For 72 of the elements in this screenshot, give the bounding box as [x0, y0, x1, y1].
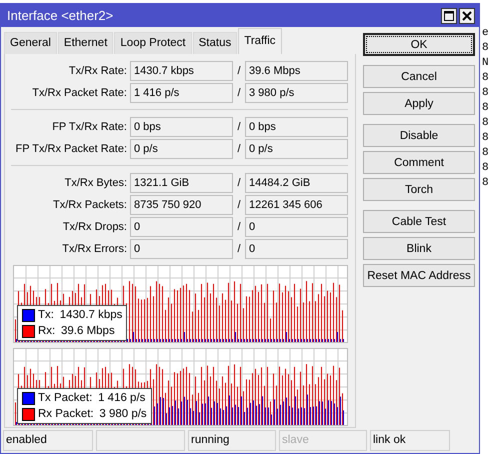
- field-label: Tx/Rx Packets:: [52, 198, 128, 213]
- dialog-button[interactable]: OK: [363, 33, 475, 56]
- value-field: 0: [245, 217, 348, 237]
- dialog-button[interactable]: Cancel: [363, 65, 475, 88]
- legend-label: Tx:: [38, 308, 54, 322]
- value-field: 39.6 Mbps: [245, 61, 348, 81]
- background-text: 8: [482, 146, 489, 161]
- slash-separator: /: [236, 176, 242, 191]
- slash-separator: /: [236, 198, 242, 213]
- value-field: 0: [130, 217, 233, 237]
- field-label: Tx/Rx Rate:: [68, 64, 128, 79]
- slash-separator: /: [236, 142, 242, 157]
- value-field: 14484.2 GiB: [245, 173, 348, 193]
- slash-separator: /: [236, 64, 242, 79]
- slash-separator: /: [236, 220, 242, 235]
- background-text: 8: [482, 71, 489, 86]
- value-field: 12261 345 606: [245, 195, 348, 215]
- field-label: FP Tx/Rx Rate:: [51, 120, 128, 135]
- value-field: 0 bps: [245, 117, 348, 137]
- legend-label: Rx Packet:: [38, 407, 94, 421]
- background-text: 8: [482, 176, 489, 191]
- legend-value: 1 416 p/s: [98, 391, 146, 405]
- background-text: 8: [482, 41, 489, 56]
- value-field: 1 416 p/s: [130, 83, 233, 103]
- dialog-button[interactable]: Disable: [363, 124, 475, 147]
- status-cell: link ok: [370, 430, 450, 451]
- close-icon[interactable]: [459, 8, 475, 24]
- legend-value: 3 980 p/s: [99, 407, 147, 421]
- slash-separator: /: [236, 86, 242, 101]
- status-cell: enabled: [3, 430, 93, 451]
- field-label: Tx/Rx Packet Rate:: [31, 86, 128, 101]
- dialog-button[interactable]: Apply: [363, 92, 475, 115]
- field-label: Tx/Rx Bytes:: [64, 176, 128, 191]
- status-cell: slave: [279, 430, 367, 451]
- value-field: 0: [245, 239, 348, 259]
- value-field: 0: [130, 239, 233, 259]
- value-field: 3 980 p/s: [245, 83, 348, 103]
- background-text: 8: [482, 101, 489, 116]
- tab[interactable]: Status: [192, 32, 238, 54]
- background-text: 8: [482, 161, 489, 176]
- value-field: 1321.1 GiB: [130, 173, 233, 193]
- legend-value: 1430.7 kbps: [60, 308, 122, 322]
- dialog-button[interactable]: Blink: [363, 237, 475, 260]
- field-label: Tx/Rx Errors:: [61, 242, 128, 257]
- dialog-button[interactable]: Cable Test: [363, 210, 475, 233]
- background-text: 8: [482, 86, 489, 101]
- value-field: 0 bps: [130, 117, 233, 137]
- window-title: Interface <ether2>: [7, 6, 114, 25]
- background-text: 8: [482, 116, 489, 131]
- maximize-icon[interactable]: [441, 8, 457, 24]
- dialog-button[interactable]: Torch: [363, 178, 475, 201]
- field-label: FP Tx/Rx Packet Rate:: [14, 142, 128, 157]
- background-text: N: [482, 56, 489, 71]
- value-field: 8735 750 920: [130, 195, 233, 215]
- background-text: 8: [482, 131, 489, 146]
- tab[interactable]: General: [4, 32, 57, 54]
- slash-separator: /: [236, 242, 242, 257]
- status-cell: running: [188, 430, 276, 451]
- tab[interactable]: Ethernet: [58, 32, 114, 54]
- dialog-button[interactable]: Reset MAC Address: [363, 264, 475, 287]
- dialog-button[interactable]: Comment: [363, 151, 475, 174]
- field-label: Tx/Rx Drops:: [62, 220, 128, 235]
- value-field: 0 p/s: [130, 139, 233, 159]
- legend-value: 39.6 Mbps: [61, 324, 115, 338]
- legend-label: Rx:: [38, 324, 56, 338]
- legend-label: Tx Packet:: [38, 391, 92, 405]
- value-field: 1430.7 kbps: [130, 61, 233, 81]
- background-text: e: [482, 26, 489, 41]
- tab[interactable]: Traffic: [238, 28, 282, 54]
- value-field: 0 p/s: [245, 139, 348, 159]
- tab[interactable]: Loop Protect: [114, 32, 192, 54]
- slash-separator: /: [236, 120, 242, 135]
